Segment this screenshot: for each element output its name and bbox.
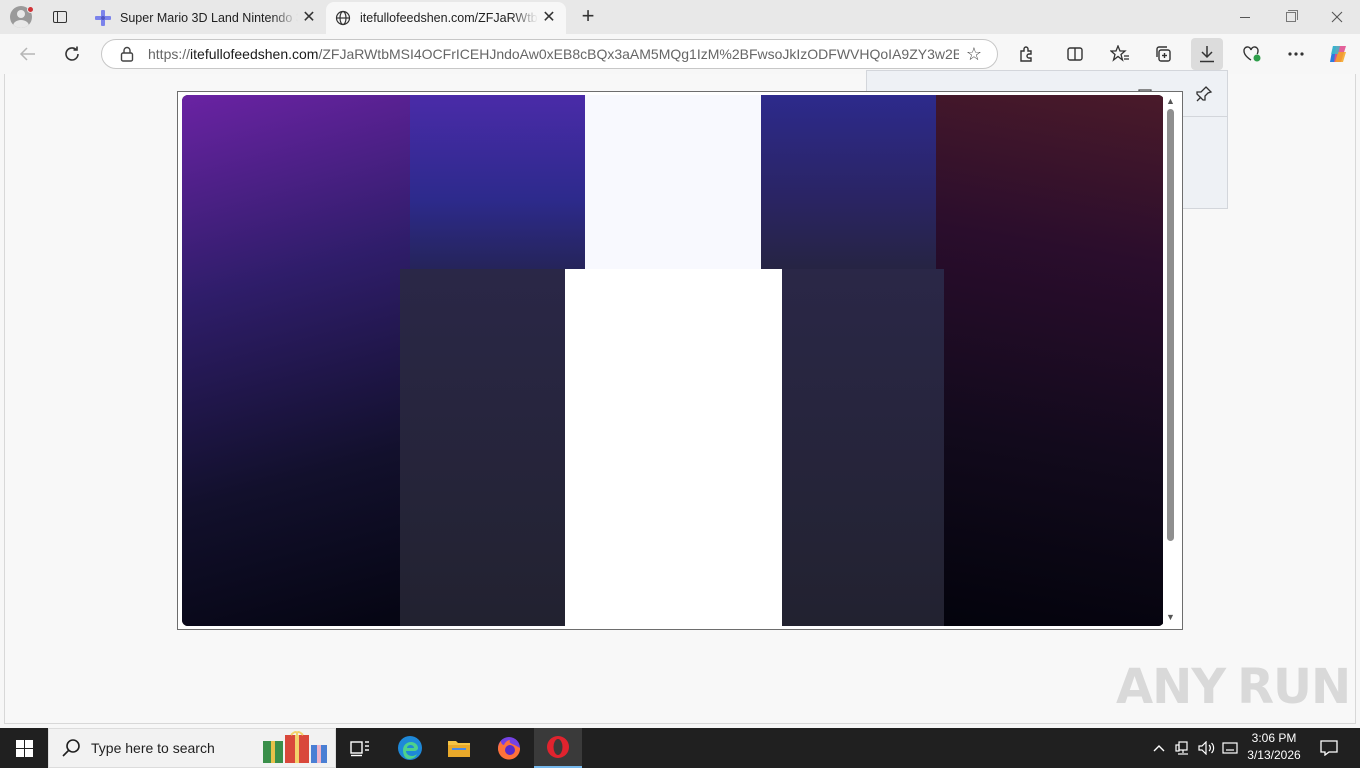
back-arrow-icon (19, 47, 35, 61)
taskbar-clock[interactable]: 3:06 PM 3/13/2026 (1238, 730, 1310, 766)
edge-taskbar-button[interactable] (386, 728, 434, 768)
clock-date: 3/13/2026 (1247, 748, 1301, 762)
close-tab-icon[interactable]: ✕ (538, 7, 560, 29)
favorite-star-icon[interactable]: ☆ (959, 40, 989, 68)
edge-icon (398, 736, 422, 760)
collections-icon (1156, 46, 1171, 62)
tab-super-mario[interactable]: Super Mario 3D Land Nintendo 3DS ✕ (86, 2, 326, 34)
column-2 (410, 95, 585, 269)
url-host: itefullofeedshen.com (190, 46, 319, 62)
url-scheme: https:// (148, 46, 191, 62)
firefox-taskbar-button[interactable] (485, 728, 533, 768)
column-3 (585, 95, 761, 269)
file-explorer-taskbar-button[interactable] (435, 728, 483, 768)
copilot-button[interactable] (1322, 38, 1354, 70)
clock-time: 3:06 PM (1251, 731, 1297, 745)
pin-icon[interactable] (1195, 85, 1213, 103)
notification-dot (27, 6, 34, 13)
downloads-button[interactable] (1191, 38, 1223, 70)
search-icon (62, 739, 80, 757)
tab-current[interactable]: itefullofeedshen.com/ZFJaRWtbMSI4OCFrICE… (326, 2, 566, 34)
lower-column-center (565, 269, 782, 626)
browser-toolbar: https://itefullofeedshen.com/ZFJaRWtbMSI… (0, 34, 1360, 74)
browser-essentials-icon (1243, 46, 1261, 62)
firefox-icon (498, 737, 521, 760)
more-options-button[interactable] (1280, 38, 1312, 70)
volume-icon (1198, 741, 1215, 755)
minimize-button[interactable] (1222, 0, 1268, 34)
file-explorer-icon (448, 741, 470, 757)
show-hidden-icons-button[interactable] (1150, 728, 1168, 768)
task-view-icon (350, 741, 369, 757)
close-tab-icon[interactable]: ✕ (298, 7, 320, 29)
back-button[interactable] (12, 38, 44, 70)
extensions-button[interactable] (1011, 38, 1043, 70)
start-button[interactable] (0, 728, 48, 768)
scroll-down-icon[interactable]: ▼ (1163, 611, 1178, 623)
windows-taskbar: Type here to search 3:06 PM 3/13/2026 (0, 728, 1360, 768)
search-placeholder: Type here to search (91, 740, 215, 756)
chevron-up-icon (1153, 745, 1165, 752)
windows-logo-icon (15, 739, 33, 757)
opera-icon (547, 736, 569, 758)
tab-actions-icon (53, 11, 67, 23)
split-screen-button[interactable] (1059, 38, 1091, 70)
browser-essentials-button[interactable] (1236, 38, 1268, 70)
profile-button[interactable] (10, 6, 34, 30)
copilot-icon (1330, 46, 1346, 62)
scroll-up-icon[interactable]: ▲ (1163, 95, 1178, 107)
tab-strip: Super Mario 3D Land Nintendo 3DS ✕ itefu… (0, 0, 1360, 34)
network-icon (1175, 741, 1188, 755)
restore-button[interactable] (1268, 0, 1314, 34)
ime-tray-button[interactable] (1220, 728, 1240, 768)
address-bar[interactable]: https://itefullofeedshen.com/ZFJaRWtbMSI… (101, 39, 998, 69)
watermark-right-text: RUN (1237, 659, 1351, 715)
notifications-button[interactable] (1312, 728, 1346, 768)
scrollbar-thumb[interactable] (1167, 109, 1174, 541)
collections-button[interactable] (1148, 38, 1180, 70)
gamepad-favicon-icon (94, 9, 112, 27)
site-info-lock-icon[interactable] (118, 45, 136, 63)
watermark-left-text: ANY (1116, 659, 1226, 715)
volume-tray-button[interactable] (1196, 728, 1218, 768)
tab-title: Super Mario 3D Land Nintendo 3DS (120, 11, 298, 25)
reload-button[interactable] (56, 38, 88, 70)
tab-actions-button[interactable] (50, 7, 70, 27)
close-window-button[interactable] (1314, 0, 1360, 34)
lower-column-left (400, 269, 565, 626)
url-text[interactable]: https://itefullofeedshen.com/ZFJaRWtbMSI… (148, 46, 959, 62)
url-path: /ZFJaRWtbMSI4OCFrICEHJndoAw0xEB8cBQx3aAM… (318, 46, 959, 62)
column-1 (182, 95, 410, 626)
restore-icon (1286, 10, 1298, 22)
close-icon (1331, 11, 1343, 23)
column-5 (936, 95, 1164, 626)
embedded-frame (177, 91, 1183, 630)
split-screen-icon (1067, 47, 1083, 61)
favorites-button[interactable] (1104, 38, 1136, 70)
blurred-page-image (182, 95, 1164, 626)
new-tab-button[interactable]: + (576, 5, 600, 29)
download-icon (1200, 46, 1214, 63)
gift-boxes-icon (263, 731, 327, 763)
flyout-divider (1183, 116, 1228, 117)
column-4 (761, 95, 936, 269)
globe-favicon-icon (334, 9, 352, 27)
more-icon (1288, 52, 1304, 56)
anyrun-watermark: ANY RUN (1116, 656, 1351, 718)
notification-icon (1320, 740, 1338, 756)
opera-taskbar-button[interactable] (534, 728, 582, 768)
extensions-icon (1020, 46, 1032, 62)
taskbar-search-box[interactable]: Type here to search (48, 728, 336, 768)
tab-title: itefullofeedshen.com/ZFJaRWtbMSI4OCFrICE… (360, 11, 538, 25)
minimize-icon (1240, 16, 1250, 18)
reload-icon (65, 46, 79, 61)
frame-scrollbar[interactable]: ▲ ▼ (1163, 95, 1178, 626)
lower-column-right (782, 269, 944, 626)
favorites-icon (1110, 45, 1129, 62)
network-tray-button[interactable] (1172, 728, 1194, 768)
task-view-button[interactable] (336, 728, 384, 768)
keyboard-icon (1222, 742, 1238, 754)
